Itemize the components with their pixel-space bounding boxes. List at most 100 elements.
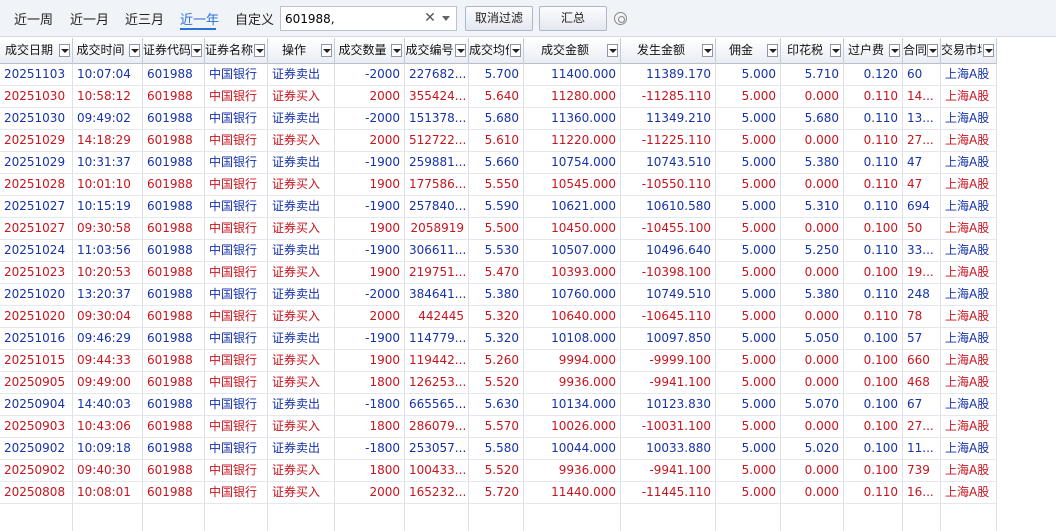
table-row[interactable]: 20251029 10:31:37 601988 中国银行 证券卖出 -1900 25988… — [0, 152, 997, 174]
table-row[interactable]: 20250902 09:40:30 601988 中国银行 证券买入 1800 100433… — [0, 460, 997, 482]
table-row[interactable]: 20251028 10:01:10 601988 中国银行 证券买入 1900 177586… — [0, 174, 997, 196]
column-filter-icon[interactable] — [830, 44, 841, 57]
cell-stamp-duty: 5.070 — [781, 394, 844, 416]
cell-trade-time: 09:49:02 — [73, 108, 143, 130]
filter-combobox[interactable]: ✕ — [280, 6, 457, 31]
column-header-settled-amount[interactable]: 发生金额 — [621, 38, 716, 64]
column-filter-icon[interactable] — [767, 44, 778, 57]
cell-trade-id: 165232... — [405, 482, 469, 504]
column-header-trade-time[interactable]: 成交时间 — [73, 38, 143, 64]
cell-trade-date: 20250903 — [0, 416, 73, 438]
table-row[interactable]: 20251020 13:20:37 601988 中国银行 证券卖出 -2000 38464… — [0, 284, 997, 306]
cell-avg-price: 5.700 — [469, 64, 524, 86]
table-row[interactable]: 20250904 14:40:03 601988 中国银行 证券卖出 -1800 66556… — [0, 394, 997, 416]
column-filter-icon[interactable] — [983, 44, 994, 57]
summary-button[interactable]: 汇总 — [539, 6, 607, 31]
column-header-security-name[interactable]: 证券名称 — [205, 38, 268, 64]
column-header-trade-id[interactable]: 成交编号 — [405, 38, 469, 64]
cell-avg-price: 5.520 — [469, 372, 524, 394]
cell-stamp-duty: 0.000 — [781, 218, 844, 240]
table-row[interactable]: 20251029 14:18:29 601988 中国银行 证券买入 2000 512722… — [0, 130, 997, 152]
period-month[interactable]: 近一月 — [70, 9, 109, 28]
column-header-label: 成交均价 — [469, 43, 509, 57]
filter-input[interactable] — [285, 10, 415, 28]
column-filter-icon[interactable] — [321, 44, 332, 57]
period-custom[interactable]: 自定义 — [235, 9, 274, 28]
period-week[interactable]: 近一周 — [14, 9, 53, 28]
cell-avg-price: 5.320 — [469, 306, 524, 328]
table-row[interactable]: 20251030 10:58:12 601988 中国银行 证券买入 2000 355424… — [0, 86, 997, 108]
column-header-trade-quantity[interactable]: 成交数量 — [335, 38, 405, 64]
column-filter-icon[interactable] — [254, 44, 265, 57]
column-filter-icon[interactable] — [607, 44, 618, 57]
table-row[interactable]: 20251015 09:44:33 601988 中国银行 证券买入 1900 119442… — [0, 350, 997, 372]
table-row[interactable]: 20251016 09:46:29 601988 中国银行 证券卖出 -1900 11477… — [0, 328, 997, 350]
column-header-avg-price[interactable]: 成交均价 — [469, 38, 524, 64]
table-row[interactable]: 20251030 09:49:02 601988 中国银行 证券卖出 -2000 15137… — [0, 108, 997, 130]
cell-trade-quantity: 1900 — [335, 218, 405, 240]
cell-commission: 5.000 — [716, 196, 781, 218]
cell-market: 上海A股 — [941, 218, 997, 240]
clear-filter-icon[interactable]: ✕ — [422, 9, 438, 27]
cell-trade-amount: 10450.000 — [524, 218, 621, 240]
cancel-filter-button[interactable]: 取消过滤 — [465, 6, 533, 31]
cell-settled-amount: 10097.850 — [621, 328, 716, 350]
cell-security-code: 601988 — [143, 306, 205, 328]
cell-market: 上海A股 — [941, 174, 997, 196]
column-header-operation[interactable]: 操作 — [268, 38, 335, 64]
table-row[interactable]: 20251023 10:20:53 601988 中国银行 证券买入 1900 219751… — [0, 262, 997, 284]
table-row[interactable]: 20251027 10:15:19 601988 中国银行 证券卖出 -1900 25784… — [0, 196, 997, 218]
column-header-contract-id[interactable]: 合同编号 — [903, 38, 941, 64]
table-row[interactable]: 20251027 09:30:58 601988 中国银行 证券买入 1900 205891… — [0, 218, 997, 240]
cell-settled-amount: 10749.510 — [621, 284, 716, 306]
cell-trade-time: 11:03:56 — [73, 240, 143, 262]
period-three-months[interactable]: 近三月 — [125, 9, 164, 28]
column-header-label: 合同编号 — [903, 43, 926, 57]
column-filter-icon[interactable] — [702, 44, 713, 57]
column-filter-icon[interactable] — [927, 44, 938, 57]
column-filter-icon[interactable] — [510, 44, 521, 57]
cell-security-name: 中国银行 — [205, 108, 268, 130]
table-row[interactable]: 20250903 10:43:06 601988 中国银行 证券买入 1800 286079… — [0, 416, 997, 438]
cell-trade-time: 14:18:29 — [73, 130, 143, 152]
table-row[interactable]: 20251024 11:03:56 601988 中国银行 证券卖出 -1900 30661… — [0, 240, 997, 262]
table-row[interactable]: 20250902 10:09:18 601988 中国银行 证券卖出 -1800 25305… — [0, 438, 997, 460]
cell-trade-date: 20251029 — [0, 152, 73, 174]
column-filter-icon[interactable] — [129, 44, 140, 57]
cell-trade-id: 257840... — [405, 196, 469, 218]
cell-contract-id: 47 — [903, 152, 941, 174]
column-header-security-code[interactable]: 证券代码 — [143, 38, 205, 64]
chevron-down-icon[interactable] — [442, 16, 450, 21]
column-filter-icon[interactable] — [889, 44, 900, 57]
column-header-trade-amount[interactable]: 成交金额 — [524, 38, 621, 64]
cell-avg-price: 5.380 — [469, 284, 524, 306]
settings-icon[interactable] — [614, 12, 627, 25]
cell-transfer-fee: 0.110 — [844, 196, 903, 218]
table-row[interactable]: 20250808 10:08:01 601988 中国银行 证券买入 2000 165232… — [0, 482, 997, 504]
column-header-trade-date[interactable]: 成交日期 — [0, 38, 73, 64]
column-header-stamp-duty[interactable]: 印花税 — [781, 38, 844, 64]
table-row[interactable]: 20250905 09:49:00 601988 中国银行 证券买入 1800 126253… — [0, 372, 997, 394]
column-header-transfer-fee[interactable]: 过户费 — [844, 38, 903, 64]
grid-line — [780, 504, 781, 531]
period-year[interactable]: 近一年 — [180, 9, 219, 28]
cell-trade-id: 442445 — [405, 306, 469, 328]
table-row[interactable]: 20251103 10:07:04 601988 中国银行 证券卖出 -2000 22768… — [0, 64, 997, 86]
column-filter-icon[interactable] — [59, 44, 70, 57]
cell-trade-amount: 10760.000 — [524, 284, 621, 306]
cell-security-name: 中国银行 — [205, 416, 268, 438]
cell-operation: 证券买入 — [268, 482, 335, 504]
cell-commission: 5.000 — [716, 460, 781, 482]
table-row[interactable]: 20251020 09:30:04 601988 中国银行 证券买入 2000 442445… — [0, 306, 997, 328]
column-filter-icon[interactable] — [455, 44, 466, 57]
grid-line — [620, 504, 621, 531]
column-filter-icon[interactable] — [391, 44, 402, 57]
column-filter-icon[interactable] — [191, 44, 202, 57]
cell-settled-amount: 11349.210 — [621, 108, 716, 130]
cell-stamp-duty: 5.380 — [781, 152, 844, 174]
cell-transfer-fee: 0.110 — [844, 152, 903, 174]
column-header-market[interactable]: 交易市场 — [941, 38, 997, 64]
cell-market: 上海A股 — [941, 372, 997, 394]
column-header-commission[interactable]: 佣金 — [716, 38, 781, 64]
cell-trade-amount: 10621.000 — [524, 196, 621, 218]
